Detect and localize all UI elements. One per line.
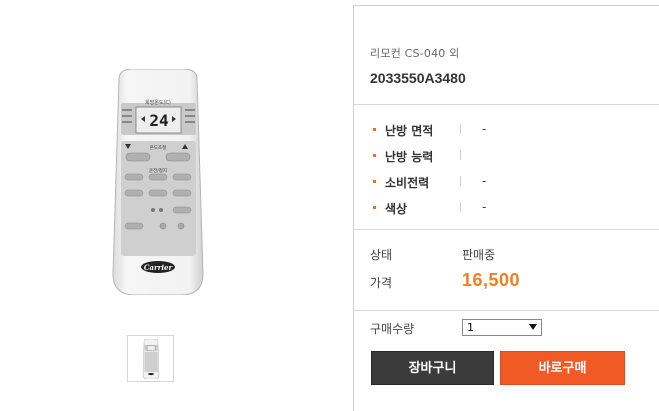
spec-row-color: 색상 - xyxy=(370,200,650,216)
divider xyxy=(354,310,659,311)
spec-separator xyxy=(460,150,461,160)
product-info-panel: 리모컨 CS-040 외 2033550A3480 난방 면적 - 난방 능력 … xyxy=(354,0,659,411)
spec-value: - xyxy=(482,200,487,214)
product-thumbnail[interactable] xyxy=(127,335,174,382)
spec-label: 난방 능력 xyxy=(385,150,434,164)
quantity-select[interactable]: 1 xyxy=(462,319,542,336)
divider xyxy=(354,229,659,230)
status-label: 상태 xyxy=(370,248,393,262)
add-to-cart-button[interactable]: 장바구니 xyxy=(371,351,494,385)
bullet-icon xyxy=(373,180,376,183)
spec-row-power-consumption: 소비전력 - xyxy=(370,174,650,190)
remote-temp-adjust-label: 온도조절 xyxy=(150,144,167,151)
spec-row-heating-area: 난방 면적 - xyxy=(370,122,650,138)
spec-row-heating-capacity: 난방 능력 xyxy=(370,148,650,164)
quantity-label: 구매수량 xyxy=(370,322,415,336)
product-image-area: 희망온도(C) 24 온도조절 운전/정지 Carrier xyxy=(0,0,353,411)
spec-separator xyxy=(460,176,461,186)
remote-brand-logo: Carrier xyxy=(144,263,174,272)
spec-label: 색상 xyxy=(385,202,408,216)
spec-label: 소비전력 xyxy=(385,176,430,190)
product-main-image: 희망온도(C) 24 온도조절 운전/정지 Carrier xyxy=(111,68,205,296)
buy-now-button[interactable]: 바로구매 xyxy=(500,351,625,385)
bullet-icon xyxy=(373,206,376,209)
price-label: 가격 xyxy=(370,276,393,290)
spec-separator xyxy=(460,124,461,134)
spec-separator xyxy=(460,202,461,212)
spec-value: - xyxy=(482,122,487,136)
price-value: 16,500 xyxy=(462,270,521,290)
dropdown-arrow-icon xyxy=(529,324,537,330)
remote-temp-label: 희망온도(C) xyxy=(145,99,171,106)
quantity-selected-value: 1 xyxy=(467,321,474,334)
bullet-icon xyxy=(373,128,376,131)
divider xyxy=(354,104,659,105)
spec-value: - xyxy=(482,174,487,188)
remote-power-label: 운전/정지 xyxy=(149,167,167,174)
spec-label: 난방 면적 xyxy=(385,124,434,138)
status-value: 판매중 xyxy=(462,248,496,262)
product-subtitle: 리모컨 CS-040 외 xyxy=(370,47,460,60)
remote-lcd-value: 24 xyxy=(149,111,168,130)
top-divider xyxy=(354,5,659,6)
product-code: 2033550A3480 xyxy=(370,70,466,86)
remote-thumbnail-icon xyxy=(142,339,159,379)
bullet-icon xyxy=(373,154,376,157)
